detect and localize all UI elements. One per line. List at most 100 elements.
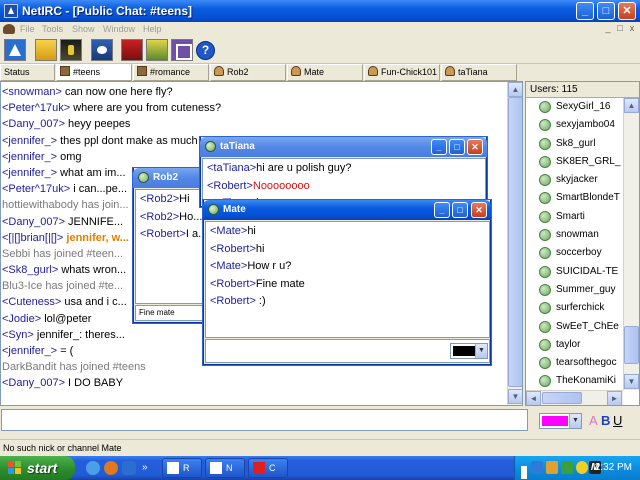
help-icon[interactable]: ? [196,41,215,60]
nick[interactable]: <taTiana> [207,162,256,174]
scroll-thumb[interactable] [508,97,522,387]
user-list-item[interactable]: Summer_guy [539,281,624,299]
tab-teens[interactable]: #teens [56,64,132,81]
tab-rob2[interactable]: Rob2 [210,64,286,81]
nick[interactable]: <Peter^17uk> [2,183,70,195]
volume-icon[interactable] [546,461,558,474]
nick[interactable]: <jennifer_> [2,345,57,357]
query-log[interactable]: <Mate>hi <Robert>hi <Mate>How r u? <Robert>… [205,221,490,338]
options-icon[interactable] [171,39,193,61]
text-color-select[interactable]: ▼ [539,413,582,429]
ie-icon[interactable] [86,461,100,475]
nick[interactable]: <Mate> [210,225,247,237]
maximize-button[interactable]: □ [449,139,465,155]
nick[interactable]: <Peter^17uk> [2,102,70,114]
nick[interactable]: <jennifer_> [2,167,57,179]
user-list-item[interactable]: TheKonamiKi [539,372,624,390]
tab-status[interactable]: Status [0,64,55,81]
nick[interactable]: <jennifer_> [2,151,57,163]
nick[interactable]: <Dany_007> [2,216,65,228]
user-list-item[interactable]: tearsofthegoc [539,354,624,372]
nick[interactable]: <Cuteness> [2,296,61,308]
menu-help[interactable]: Help [143,24,162,34]
nick[interactable]: <Robert> [207,180,253,192]
mdi-close-button[interactable]: x [626,23,638,33]
hscroll-thumb[interactable] [542,392,582,404]
nick[interactable]: <Robert> [210,278,256,290]
nick[interactable]: <Jodie> [2,313,41,325]
user-list-item[interactable]: SwEeT_ChEe [539,318,624,336]
user-list-item[interactable]: skyjacker [539,171,624,189]
chevron-right-icon[interactable]: » [142,461,150,475]
user-list-item[interactable]: SK8ER_GRL_ [539,153,624,171]
menu-tools[interactable]: Tools [42,24,63,34]
user-list-item[interactable]: Sk8_gurl [539,135,624,153]
close-button[interactable]: ✕ [618,2,636,20]
user-list-item[interactable]: snowman [539,226,624,244]
query-log[interactable]: <taTiana>hi are u polish guy? <Robert>Noo… [202,158,486,206]
bold-button[interactable]: B [601,413,610,428]
user-list-item[interactable]: soccerboy [539,244,624,262]
games-icon[interactable] [121,39,143,61]
start-button[interactable]: start [0,456,75,480]
channels-icon[interactable] [35,39,57,61]
netirc-logo-icon[interactable] [4,4,18,18]
menu-show[interactable]: Show [72,24,95,34]
trophy-icon[interactable] [60,39,82,61]
minimize-button[interactable]: _ [576,2,594,20]
user-list-item[interactable]: SUICIDAL-TE [539,263,624,281]
font-style-button[interactable]: A [589,413,598,428]
tab-romance[interactable]: #romance [133,64,209,81]
network-icon[interactable] [531,461,543,474]
query-log[interactable]: <Rob2>Hi<Rob2>Ho...<Robert>I a... [135,189,205,304]
clock[interactable]: 2:32 PM [595,456,632,480]
scroll-up-button[interactable]: ▲ [624,98,639,113]
firefox-icon[interactable] [104,461,118,475]
nick[interactable]: <[|[]brian[|[]> [2,232,63,244]
user-list-item[interactable]: SexyGirl_16 [539,98,624,116]
scroll-right-button[interactable]: ► [607,391,622,405]
users-hscrollbar[interactable]: ◄ ► [526,390,623,405]
nick[interactable]: <Sk8_gurl> [2,264,58,276]
user-list-item[interactable]: sexyjambo04 [539,116,624,134]
mdi-restore-button[interactable]: □ [614,23,626,33]
netirc-quicklaunch-icon[interactable] [122,461,136,475]
nick[interactable]: <Robert> [140,228,186,240]
chat-input[interactable] [1,409,528,431]
smiley-icon[interactable] [576,461,588,474]
user-list-item[interactable]: taylor [539,336,624,354]
user-list-item[interactable]: SmartBlondeT [539,189,624,207]
user-list-item[interactable]: Smarti [539,208,624,226]
minimize-button[interactable]: _ [434,202,450,218]
tab-mate[interactable]: Mate [287,64,363,81]
connect-icon[interactable] [4,39,26,61]
nick[interactable]: <Robert> [210,295,256,307]
text-color-select[interactable]: ▼ [450,343,488,359]
query-input[interactable]: ▼ [205,339,490,363]
scroll-down-button[interactable]: ▼ [508,389,522,404]
scroll-up-button[interactable]: ▲ [508,82,522,97]
coffee-icon[interactable] [3,24,15,34]
mdi-minimize-button[interactable]: _ [602,23,614,33]
tab-tatiana[interactable]: taTiana [441,64,517,81]
chevron-left-icon[interactable] [521,466,527,479]
taskbar-item-c[interactable]: C [248,458,288,478]
query-input[interactable]: Fine mate [135,305,205,321]
gallery-icon[interactable] [146,39,168,61]
query-window-rob2[interactable]: Rob2 <Rob2>Hi<Rob2>Ho...<Robert>I a... F… [133,168,206,323]
nick[interactable]: <Syn> [2,329,34,341]
scroll-down-button[interactable]: ▼ [624,374,639,389]
media-icon[interactable] [91,39,113,61]
menu-file[interactable]: File [20,24,35,34]
chevron-down-icon[interactable]: ▼ [569,414,581,428]
maximize-button[interactable]: □ [452,202,468,218]
maximize-button[interactable]: □ [597,2,615,20]
minimize-button[interactable]: _ [431,139,447,155]
nick[interactable]: <Dany_007> [2,118,65,130]
nick[interactable]: <Mate> [210,260,247,272]
close-button[interactable]: ✕ [467,139,483,155]
menu-window[interactable]: Window [103,24,135,34]
tab-fun-chick101[interactable]: Fun-Chick101 [364,64,440,81]
scroll-thumb[interactable] [624,326,639,364]
taskbar-item-n[interactable]: N [205,458,245,478]
